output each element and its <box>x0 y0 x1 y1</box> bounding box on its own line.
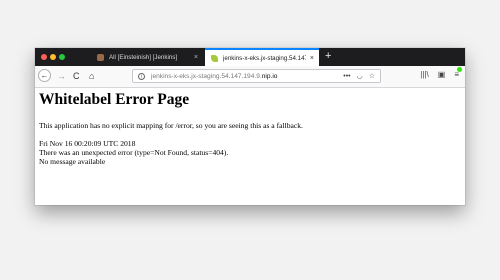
address-bar[interactable]: i jenkins-x-eks.jx-staging.54.147.194.9.… <box>132 69 381 83</box>
tab-label: All [Einsteinish] [Jenkins] <box>109 53 178 61</box>
url-host: nip.io <box>261 72 278 80</box>
error-message: This application has no explicit mapping… <box>39 121 303 130</box>
page-title: Whitelabel Error Page <box>39 91 190 108</box>
minimize-window-button[interactable] <box>50 54 56 60</box>
url-prefix: jenkins-x-eks.jx-staging.54.147.194.9. <box>151 72 262 80</box>
sidebar-icon[interactable]: ▣ <box>438 70 446 79</box>
close-tab-icon[interactable]: × <box>194 54 198 61</box>
tab-jenkins[interactable]: All [Einsteinish] [Jenkins] × <box>91 48 203 66</box>
info-icon[interactable]: i <box>138 72 145 80</box>
update-badge <box>457 67 462 72</box>
back-button[interactable]: ← <box>38 69 51 82</box>
menu-button[interactable]: ≡ <box>454 67 462 79</box>
navigation-toolbar: ← → C ⌂ i jenkins-x-eks.jx-staging.54.14… <box>35 66 465 88</box>
tab-bar: All [Einsteinish] [Jenkins] × jenkins-x-… <box>35 48 465 66</box>
close-tab-icon[interactable]: × <box>310 55 314 62</box>
tab-staging[interactable]: jenkins-x-eks.jx-staging.54.147 × <box>205 48 319 66</box>
error-status: There was an unexpected error (type=Not … <box>39 148 229 157</box>
browser-window: All [Einsteinish] [Jenkins] × jenkins-x-… <box>35 48 465 205</box>
error-timestamp: Fri Nov 16 00:20:09 UTC 2018 <box>39 139 136 148</box>
home-button[interactable]: ⌂ <box>89 70 94 82</box>
forward-button[interactable]: → <box>57 70 66 82</box>
page-actions-icon[interactable]: ••• <box>343 73 350 80</box>
close-window-button[interactable] <box>41 54 47 60</box>
bookmark-star-icon[interactable]: ☆ <box>369 72 375 80</box>
reload-button[interactable]: C <box>73 70 80 82</box>
error-detail: No message available <box>39 157 106 166</box>
page-content: Whitelabel Error Page This application h… <box>35 88 465 205</box>
jenkins-favicon-icon <box>97 53 104 61</box>
pocket-icon[interactable]: ◡ <box>357 72 363 80</box>
library-icon[interactable]: |||\ <box>420 70 428 79</box>
new-tab-button[interactable]: + <box>325 50 331 62</box>
maximize-window-button[interactable] <box>59 54 65 60</box>
leaf-favicon-icon <box>211 54 218 62</box>
tab-label: jenkins-x-eks.jx-staging.54.147 <box>223 54 306 62</box>
